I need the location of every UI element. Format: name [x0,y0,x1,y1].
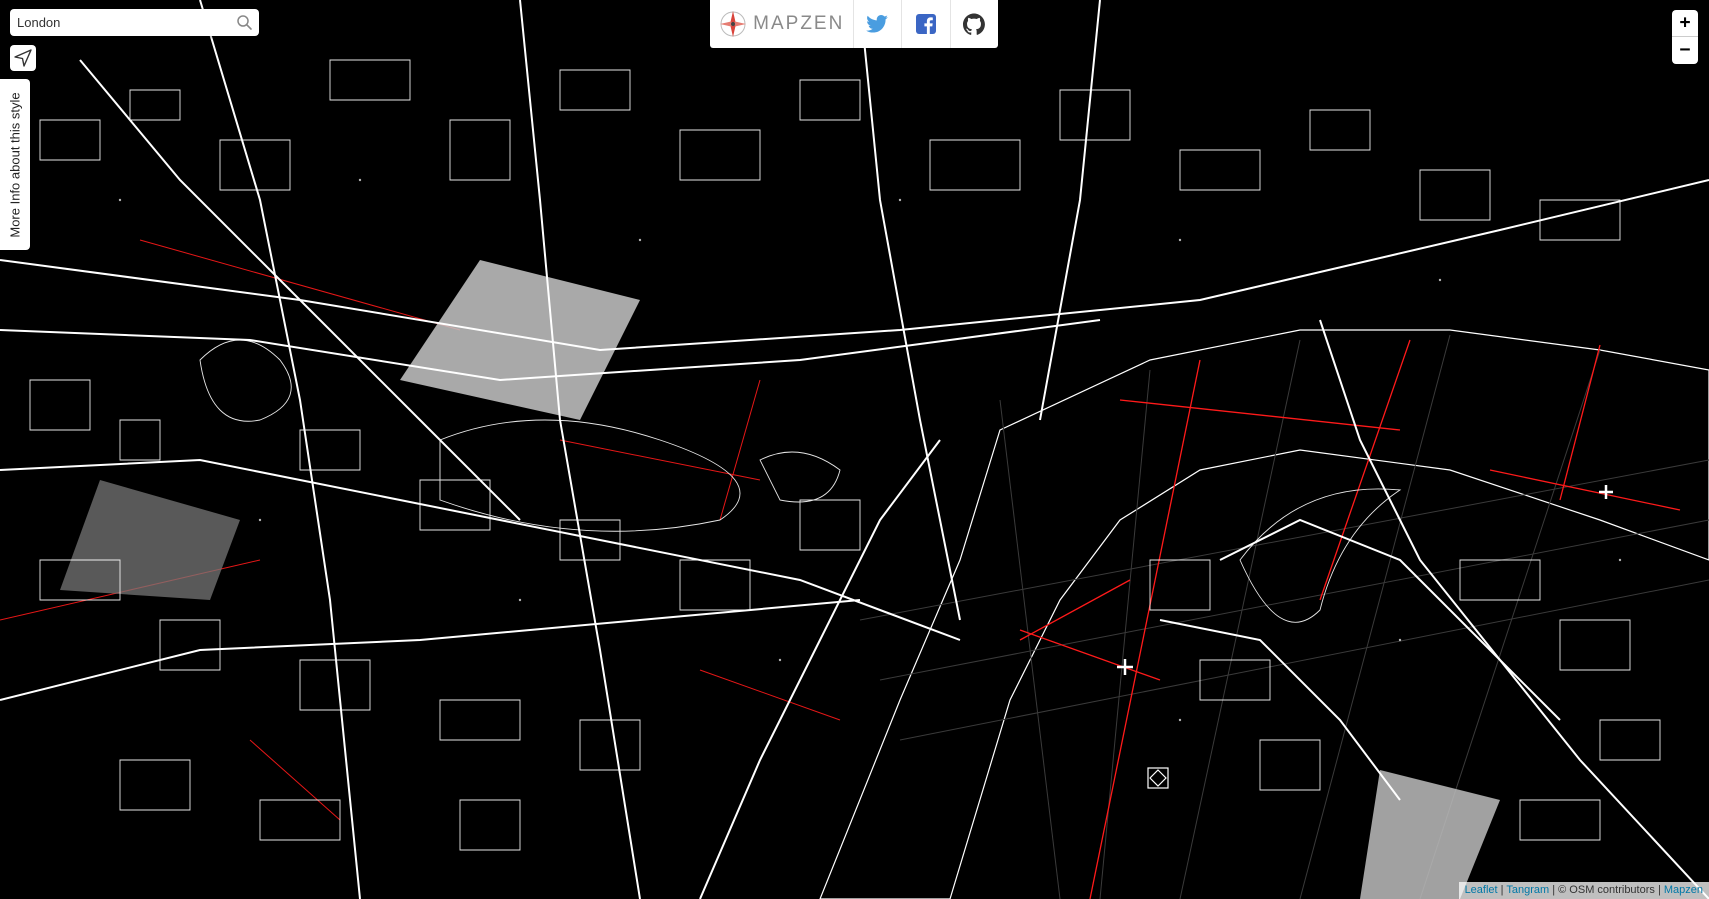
tangram-link[interactable]: Tangram [1506,884,1549,896]
diamond-marker [1147,767,1169,789]
mapzen-logo-icon [720,11,747,37]
github-icon [963,13,986,35]
leaflet-link[interactable]: Leaflet [1465,884,1498,896]
twitter-icon [866,15,889,33]
facebook-button[interactable] [902,0,951,48]
mapzen-brand-link[interactable]: MAPZEN [710,0,854,48]
github-button[interactable] [951,0,999,48]
attribution-bar: Leaflet | Tangram | © OSM contributors |… [1458,882,1709,899]
brand-wordmark: MAPZEN [753,13,845,34]
top-bar: MAPZEN [710,0,998,48]
map-canvas[interactable] [0,0,1709,899]
facebook-icon [915,14,936,34]
mapzen-link[interactable]: Mapzen [1664,884,1703,896]
zoom-out-button[interactable]: − [1672,37,1698,63]
zoom-in-button[interactable]: + [1672,10,1698,37]
location-arrow-icon [14,49,32,67]
twitter-button[interactable] [854,0,902,48]
search-icon[interactable] [236,14,253,31]
river-area [819,329,1709,899]
zoom-control: + − [1672,10,1698,64]
crosshair-markers [1117,485,1613,675]
search-box[interactable] [10,9,259,36]
osm-credit: | © OSM contributors | [1549,884,1664,896]
more-info-tab[interactable]: More Info about this style [0,79,30,250]
more-info-label: More Info about this style [7,91,23,238]
search-input[interactable] [17,13,232,32]
locate-button[interactable] [10,45,36,71]
map-vector-layer [0,0,1709,899]
